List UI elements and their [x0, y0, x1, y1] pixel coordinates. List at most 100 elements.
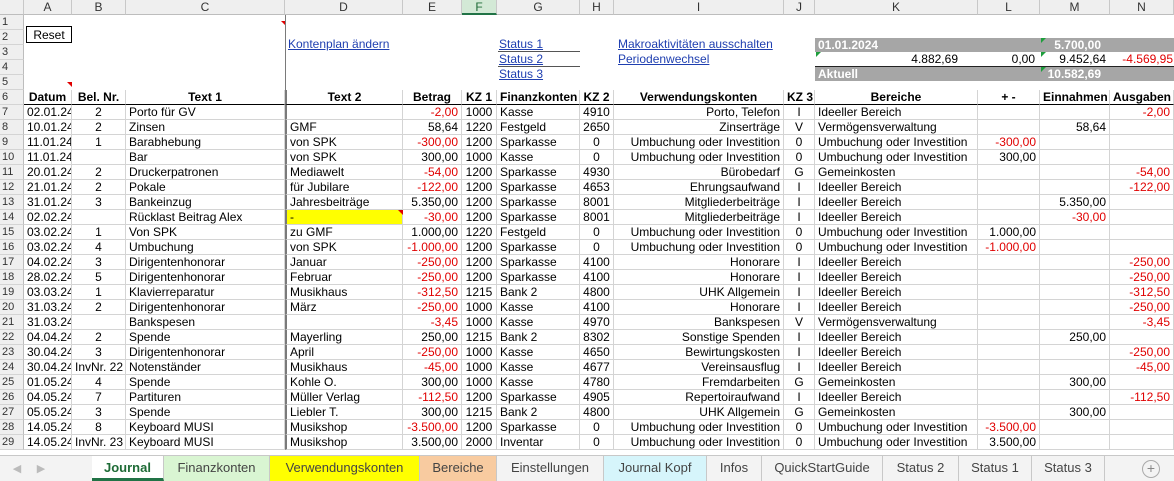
cell-einnahmen[interactable]: [1040, 135, 1110, 150]
cell-ausgaben[interactable]: [1110, 240, 1174, 255]
cell-finanzkonten[interactable]: Sparkasse: [497, 255, 580, 270]
cell-betrag[interactable]: -312,50: [403, 285, 462, 300]
cell-text-1[interactable]: Notenständer: [126, 360, 285, 375]
cell-verwendungskonten[interactable]: Ehrungsaufwand: [614, 180, 784, 195]
cell-bereiche[interactable]: Umbuchung oder Investition: [815, 225, 978, 240]
column-header-f[interactable]: F: [462, 0, 497, 15]
cell-finanzkonten[interactable]: Sparkasse: [497, 420, 580, 435]
cell-text-2[interactable]: Februar: [285, 270, 403, 285]
reset-button[interactable]: Reset: [26, 26, 72, 43]
cell-bereiche[interactable]: Ideeller Bereich: [815, 105, 978, 120]
row-header[interactable]: 17: [0, 255, 24, 270]
cell-bel-nr[interactable]: 2: [72, 120, 126, 135]
cell-bereiche[interactable]: Umbuchung oder Investition: [815, 135, 978, 150]
row-header[interactable]: 29: [0, 435, 24, 450]
cell-kz-1[interactable]: 1200: [462, 255, 497, 270]
cell-verwendungskonten[interactable]: UHK Allgemein: [614, 285, 784, 300]
cell-text-1[interactable]: Barabhebung: [126, 135, 285, 150]
cell-finanzkonten[interactable]: Sparkasse: [497, 270, 580, 285]
cell-bereiche[interactable]: Ideeller Bereich: [815, 330, 978, 345]
cell-datum[interactable]: 04.05.24: [24, 390, 72, 405]
row-header[interactable]: 7: [0, 105, 24, 120]
cell-bereiche[interactable]: Vermögensverwaltung: [815, 120, 978, 135]
sheet-tab-quickstartguide[interactable]: QuickStartGuide: [762, 456, 883, 481]
cell-kz-3[interactable]: I: [784, 210, 815, 225]
cell-datum[interactable]: 21.01.24: [24, 180, 72, 195]
row-header[interactable]: 18: [0, 270, 24, 285]
cell-betrag[interactable]: 250,00: [403, 330, 462, 345]
row-header[interactable]: 6: [0, 90, 24, 105]
cell-bel-nr[interactable]: 5: [72, 270, 126, 285]
cell-datum[interactable]: 03.03.24: [24, 285, 72, 300]
cell-kz-3[interactable]: 0: [784, 150, 815, 165]
status-3-link[interactable]: Status 3: [499, 67, 543, 81]
cell-datum[interactable]: 31.03.24: [24, 300, 72, 315]
cell-einnahmen[interactable]: [1040, 165, 1110, 180]
cell-text-1[interactable]: Umbuchung: [126, 240, 285, 255]
cell-einnahmen[interactable]: -30,00: [1040, 210, 1110, 225]
cell-bereiche[interactable]: Ideeller Bereich: [815, 285, 978, 300]
periodenwechsel-link[interactable]: Periodenwechsel: [618, 52, 709, 66]
cell-text-2[interactable]: März: [285, 300, 403, 315]
cell-text-1[interactable]: Von SPK: [126, 225, 285, 240]
row-header[interactable]: 16: [0, 240, 24, 255]
cell-kz-2[interactable]: 4905: [580, 390, 614, 405]
cell-verwendungskonten[interactable]: Umbuchung oder Investition: [614, 240, 784, 255]
cell-einnahmen[interactable]: 300,00: [1040, 405, 1110, 420]
cell-text-2[interactable]: zu GMF: [285, 225, 403, 240]
cell-verwendungskonten[interactable]: Honorare: [614, 270, 784, 285]
cell-text-1[interactable]: Spende: [126, 405, 285, 420]
row-header[interactable]: 9: [0, 135, 24, 150]
cell-finanzkonten[interactable]: Sparkasse: [497, 390, 580, 405]
cell-kz-3[interactable]: G: [784, 165, 815, 180]
cell-text-2[interactable]: von SPK: [285, 150, 403, 165]
cell-kz-1[interactable]: 1000: [462, 345, 497, 360]
cell-verwendungskonten[interactable]: UHK Allgemein: [614, 405, 784, 420]
cell-text-1[interactable]: Bankeinzug: [126, 195, 285, 210]
cell-kz-2[interactable]: 0: [580, 135, 614, 150]
cell-betrag[interactable]: -45,00: [403, 360, 462, 375]
cell-ausgaben[interactable]: [1110, 150, 1174, 165]
cell-text-1[interactable]: Dirigentenhonorar: [126, 345, 285, 360]
cell-kz-3[interactable]: I: [784, 195, 815, 210]
row-header[interactable]: 19: [0, 285, 24, 300]
cell-kz-2[interactable]: 4100: [580, 300, 614, 315]
cell-ausgaben[interactable]: -112,50: [1110, 390, 1174, 405]
cell-kz-3[interactable]: G: [784, 375, 815, 390]
cell-text-2[interactable]: für Jubilare: [285, 180, 403, 195]
cell-finanzkonten[interactable]: Sparkasse: [497, 240, 580, 255]
cell-plus-minus[interactable]: [978, 405, 1040, 420]
column-header-j[interactable]: J: [784, 0, 815, 15]
cell-datum[interactable]: 05.05.24: [24, 405, 72, 420]
cell-finanzkonten[interactable]: Kasse: [497, 150, 580, 165]
cell-einnahmen[interactable]: [1040, 315, 1110, 330]
row-header[interactable]: 8: [0, 120, 24, 135]
cell-bel-nr[interactable]: 3: [72, 345, 126, 360]
sheet-tab-journal-kopf[interactable]: Journal Kopf: [604, 456, 707, 481]
cell-bereiche[interactable]: Ideeller Bereich: [815, 390, 978, 405]
cell-plus-minus[interactable]: [978, 210, 1040, 225]
cell-kz-1[interactable]: 1200: [462, 390, 497, 405]
cell-kz-2[interactable]: 8302: [580, 330, 614, 345]
cell-verwendungskonten[interactable]: Honorare: [614, 255, 784, 270]
cell-kz-1[interactable]: 1200: [462, 165, 497, 180]
cell-finanzkonten[interactable]: Sparkasse: [497, 195, 580, 210]
cell-kz-1[interactable]: 1000: [462, 360, 497, 375]
cell-kz-2[interactable]: 4970: [580, 315, 614, 330]
cell-kz-2[interactable]: 4100: [580, 255, 614, 270]
cell-text-2[interactable]: Musikhaus: [285, 285, 403, 300]
cell-kz-1[interactable]: 1215: [462, 285, 497, 300]
cell-text-2[interactable]: Musikshop: [285, 420, 403, 435]
row-header[interactable]: 23: [0, 345, 24, 360]
cell-text-1[interactable]: Zinsen: [126, 120, 285, 135]
row-header[interactable]: 20: [0, 300, 24, 315]
status-1-link[interactable]: Status 1: [499, 37, 543, 51]
cell-verwendungskonten[interactable]: Repertoiraufwand: [614, 390, 784, 405]
cell-bereiche[interactable]: Umbuchung oder Investition: [815, 435, 978, 450]
sheet-tab-status-1[interactable]: Status 1: [959, 456, 1032, 481]
cell-ausgaben[interactable]: -250,00: [1110, 270, 1174, 285]
cell-kz-3[interactable]: I: [784, 180, 815, 195]
sheet-tab-infos[interactable]: Infos: [707, 456, 762, 481]
cell-text-2[interactable]: Mayerling: [285, 330, 403, 345]
cell-text-2[interactable]: von SPK: [285, 240, 403, 255]
